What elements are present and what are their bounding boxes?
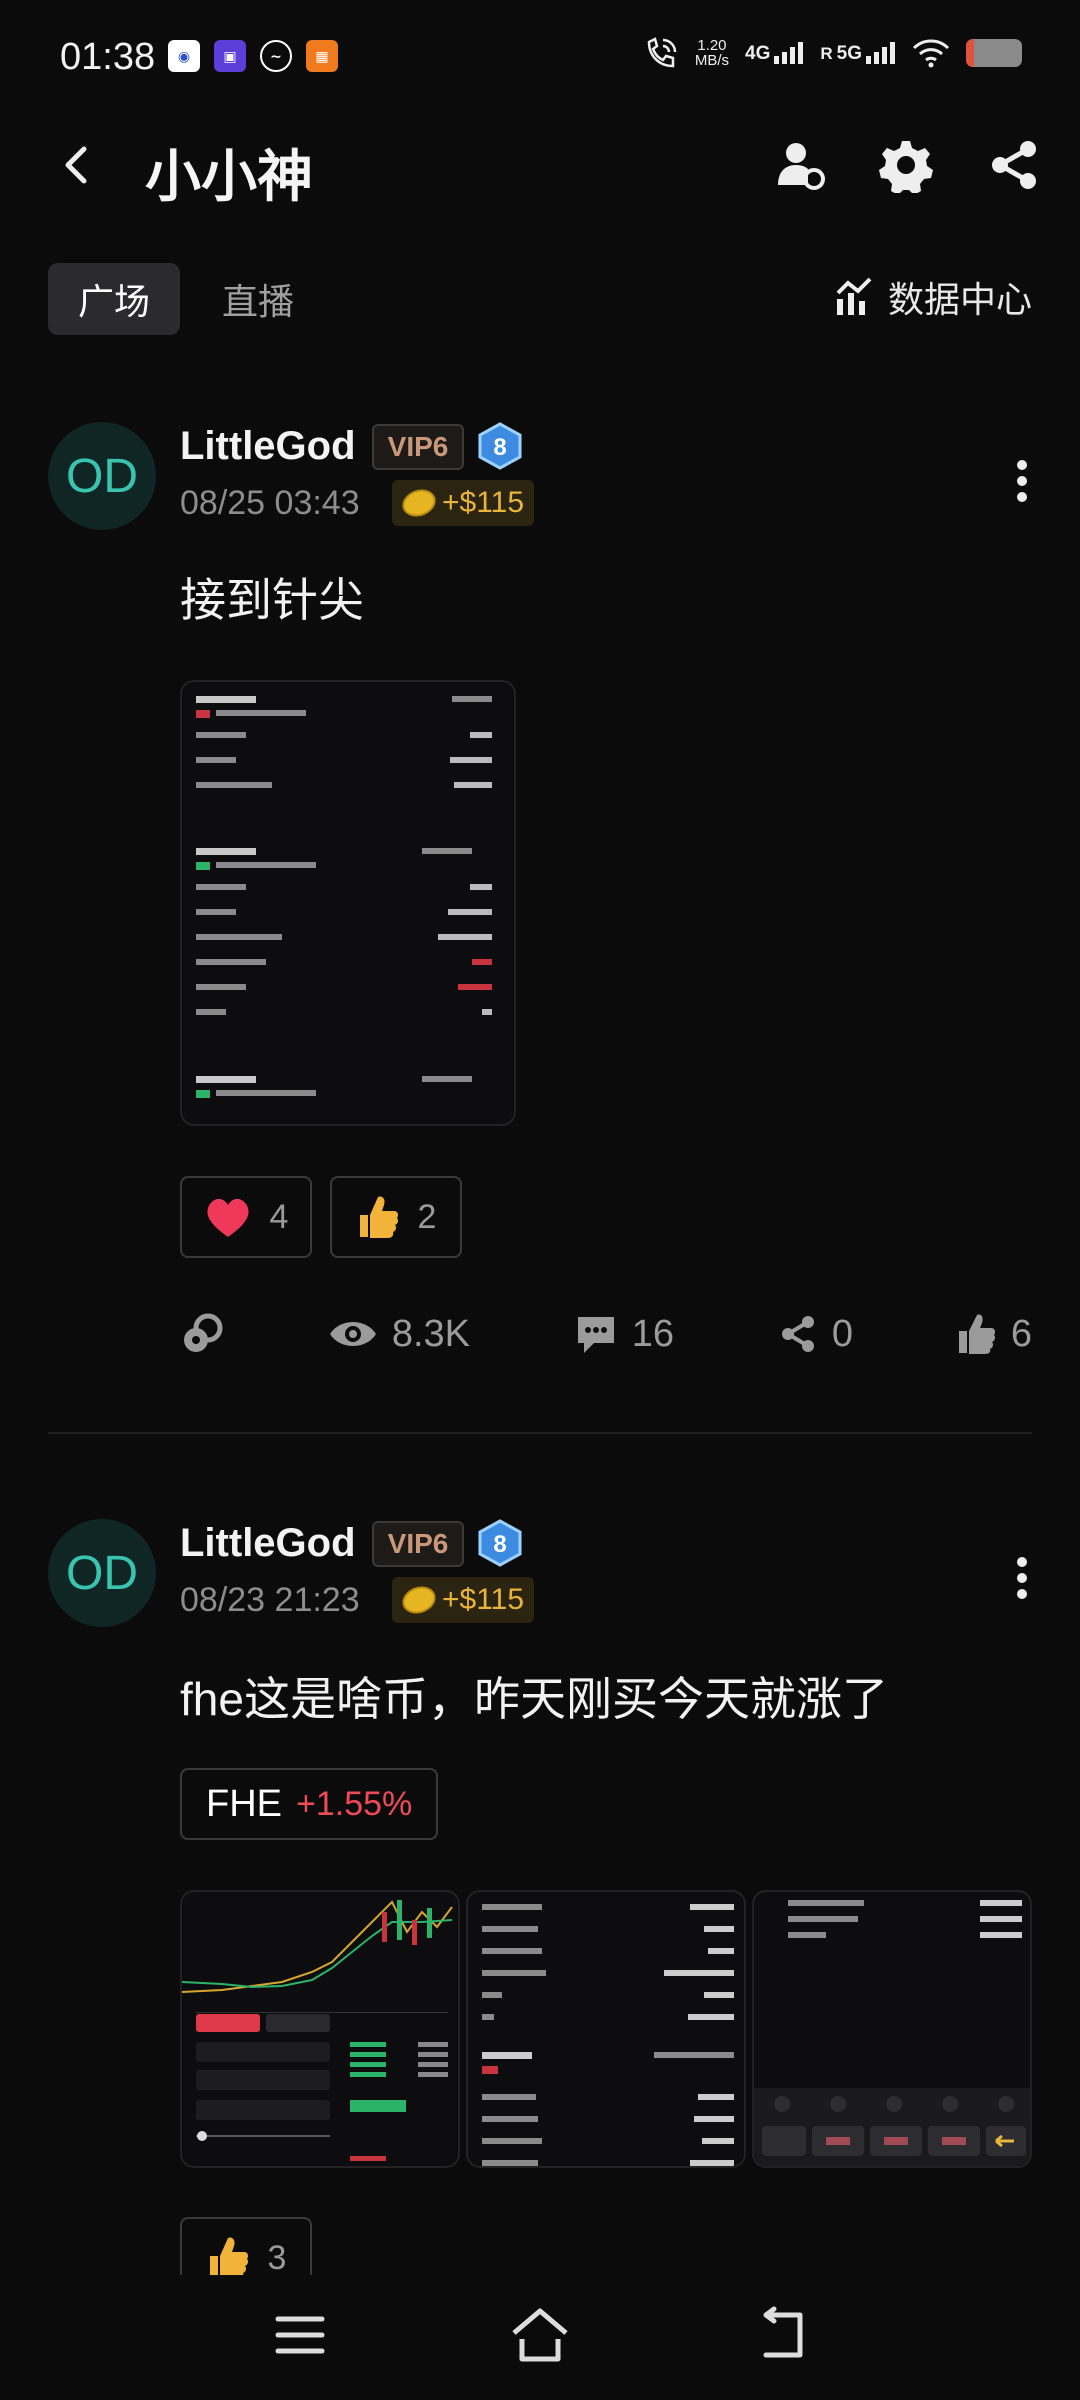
- reaction-thumbs-up[interactable]: 3: [180, 2217, 312, 2275]
- back-button[interactable]: [50, 137, 106, 193]
- trade-detail-image: [482, 1904, 734, 2166]
- back-nav-button[interactable]: [752, 2305, 812, 2365]
- reaction-thumbs-up[interactable]: 2: [330, 1176, 462, 1258]
- heart-icon: [206, 1198, 249, 1237]
- coin-icon: [398, 1581, 440, 1619]
- keyboard-screenshot-image: [754, 1900, 1030, 2166]
- reward-badge: +$115: [392, 1577, 535, 1623]
- tab-bar: 广场 直播 数据中心: [48, 263, 1032, 335]
- post-content: 接到针尖: [180, 574, 364, 626]
- post-card[interactable]: OD LittleGod VIP6 8 08/23 21:23 +$115 fh…: [0, 1515, 1080, 2275]
- svg-text:8: 8: [493, 434, 506, 461]
- system-nav-bar: [0, 2275, 1080, 2400]
- likes-stat[interactable]: 6: [957, 1313, 1032, 1356]
- menu-button[interactable]: [270, 2305, 330, 2365]
- shares-count: 0: [831, 1312, 854, 1355]
- username[interactable]: LittleGod: [180, 1521, 356, 1566]
- post-card[interactable]: OD LittleGod VIP6 8 08/25 03:43 +$115 接到…: [0, 418, 1080, 1433]
- link-stat[interactable]: [180, 1312, 224, 1356]
- post-image[interactable]: [466, 1890, 746, 2168]
- comments-stat[interactable]: 16: [574, 1313, 674, 1356]
- battery-icon: [966, 39, 1022, 67]
- post-image[interactable]: [752, 1890, 1032, 2168]
- more-options-button[interactable]: [1012, 454, 1032, 514]
- level-badge: 8: [478, 1519, 522, 1567]
- signal-bars-icon: [866, 42, 895, 64]
- back-arrow-icon: [65, 146, 87, 184]
- notes-app-icon: ▣: [214, 40, 246, 72]
- user-settings-button[interactable]: [772, 137, 828, 193]
- status-time: 01:38: [60, 36, 156, 78]
- trading-chart-image: [182, 1900, 453, 2161]
- comment-icon: [577, 1317, 614, 1353]
- page-title: 小小神: [145, 145, 313, 208]
- trade-screenshot-image: [196, 696, 492, 1098]
- post-divider: [48, 1432, 1032, 1434]
- reward-amount: +$115: [442, 486, 525, 519]
- eye-icon: [329, 1322, 376, 1346]
- coin-symbol: FHE: [206, 1782, 282, 1825]
- vip-badge: VIP6: [372, 424, 464, 470]
- coin-icon: [398, 484, 440, 522]
- battery-level-fill: [966, 39, 975, 67]
- tab-live[interactable]: 直播: [208, 263, 308, 335]
- user-gear-icon: [778, 143, 825, 190]
- comments-count: 16: [631, 1312, 675, 1355]
- reaction-heart[interactable]: 4: [180, 1176, 312, 1258]
- views-stat: 8.3K: [328, 1313, 470, 1356]
- shares-stat[interactable]: 0: [778, 1313, 853, 1356]
- post-time: 08/25 03:43: [180, 484, 360, 522]
- views-count: 8.3K: [391, 1312, 470, 1355]
- reaction-count: 2: [417, 1197, 437, 1236]
- home-button[interactable]: [510, 2305, 570, 2365]
- more-options-button[interactable]: [1012, 1551, 1032, 1611]
- share-icon: [992, 141, 1036, 189]
- settings-button[interactable]: [878, 137, 934, 193]
- link-icon: [184, 1313, 223, 1352]
- avatar[interactable]: OD: [48, 1519, 156, 1627]
- tab-square[interactable]: 广场: [48, 263, 180, 335]
- network-speed: 1.20 MB/s: [694, 37, 729, 69]
- chart-icon: [836, 277, 872, 315]
- share-button[interactable]: [986, 137, 1042, 193]
- home-icon: [512, 2308, 568, 2362]
- signal-bars-icon: [774, 42, 804, 64]
- wifi-icon: [912, 39, 950, 68]
- reaction-count: 4: [269, 1197, 289, 1236]
- reward-badge: +$115: [392, 480, 535, 526]
- page-header: 小小神: [0, 115, 1080, 215]
- return-icon: [763, 2306, 803, 2358]
- level-badge: 8: [478, 422, 522, 470]
- coin-change: +1.55%: [296, 1784, 413, 1823]
- thumbs-up-icon: [209, 2237, 248, 2275]
- data-center-label: 数据中心: [887, 279, 1032, 320]
- likes-count: 6: [1010, 1312, 1032, 1355]
- post-stats-bar: 8.3K 16 0 6: [180, 1304, 1032, 1364]
- post-content: fhe这是啥币，昨天刚买今天就涨了: [180, 1673, 888, 1725]
- svg-text:8: 8: [493, 1531, 506, 1558]
- baidu-app-icon: ◉: [168, 40, 200, 72]
- swoosh-app-icon: ∼: [260, 40, 292, 72]
- post-time: 08/23 21:23: [180, 1581, 360, 1619]
- status-bar: 01:38 ◉ ▣ ∼ ▦ 1.20 MB/s 4G R 5G: [0, 0, 1080, 115]
- vip-badge: VIP6: [372, 1521, 464, 1567]
- post-image[interactable]: [180, 680, 516, 1126]
- menu-icon: [275, 2316, 325, 2354]
- username[interactable]: LittleGod: [180, 424, 356, 469]
- reaction-count: 3: [267, 2238, 287, 2276]
- gear-icon: [879, 141, 933, 193]
- status-app-icons: ◉ ▣ ∼ ▦: [168, 40, 338, 72]
- data-center-link[interactable]: 数据中心: [834, 271, 1032, 323]
- post-image[interactable]: [180, 1890, 460, 2168]
- signal-5g: R 5G: [820, 42, 896, 64]
- thumbs-up-icon: [958, 1314, 995, 1354]
- coin-tag[interactable]: FHE +1.55%: [180, 1768, 439, 1840]
- wifi-call-icon: [647, 37, 677, 68]
- thumbs-up-icon: [359, 1196, 398, 1238]
- grid-app-icon: ▦: [306, 40, 338, 72]
- avatar[interactable]: OD: [48, 422, 156, 530]
- signal-4g: 4G: [745, 42, 804, 64]
- reward-amount: +$115: [442, 1583, 525, 1616]
- share-icon: [781, 1316, 814, 1352]
